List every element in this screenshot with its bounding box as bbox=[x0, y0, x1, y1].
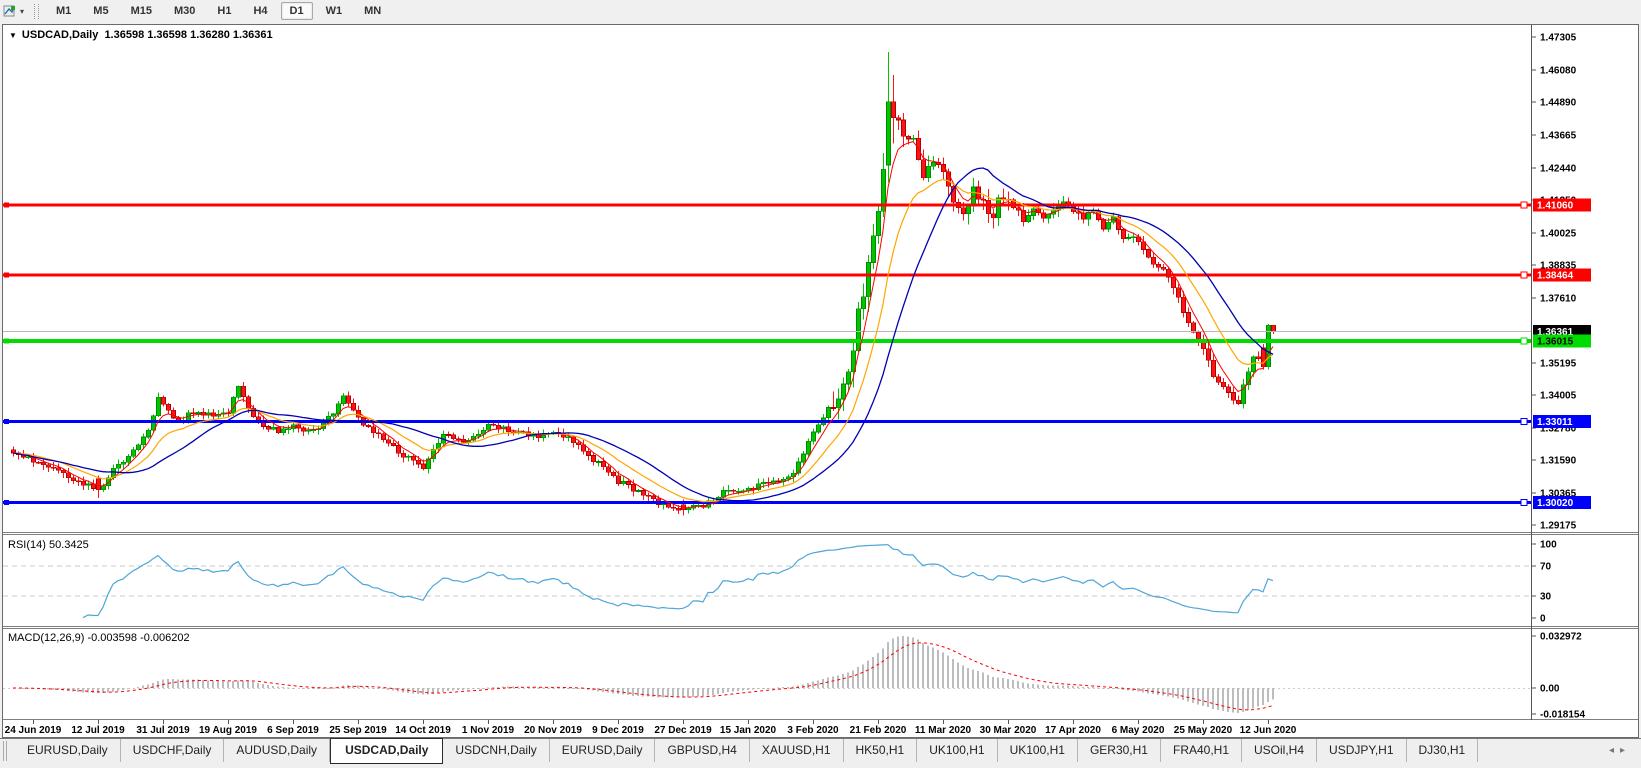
svg-text:1 Nov 2019: 1 Nov 2019 bbox=[462, 725, 515, 736]
svg-text:1.40025: 1.40025 bbox=[1540, 228, 1577, 239]
chart-tab-8-hk50-h1[interactable]: HK50,H1 bbox=[844, 739, 918, 762]
chart-tab-4-usdcnh-daily[interactable]: USDCNH,Daily bbox=[443, 739, 550, 762]
collapse-triangle-icon[interactable]: ▼ bbox=[9, 31, 17, 40]
chart-window-usdcad-daily[interactable]: 1.473051.460801.448901.436651.424401.412… bbox=[2, 24, 1639, 738]
chart-tab-2-audusd-daily[interactable]: AUDUSD,Daily bbox=[224, 739, 331, 762]
svg-text:-0.018154: -0.018154 bbox=[1540, 710, 1585, 721]
svg-text:100: 100 bbox=[1540, 540, 1557, 551]
chart-tab-1-usdchf-daily[interactable]: USDCHF,Daily bbox=[121, 739, 225, 762]
chart-tab-13-usoil-h4[interactable]: USOil,H4 bbox=[1242, 739, 1318, 762]
timeframe-button-m5[interactable]: M5 bbox=[84, 2, 117, 20]
chart-cursor-icon bbox=[3, 5, 15, 17]
svg-text:1.43665: 1.43665 bbox=[1540, 130, 1577, 141]
svg-text:14 Oct 2019: 14 Oct 2019 bbox=[395, 725, 451, 736]
svg-text:19 Aug 2019: 19 Aug 2019 bbox=[199, 725, 257, 736]
svg-text:1.37610: 1.37610 bbox=[1540, 293, 1577, 304]
svg-text:24 Jun 2019: 24 Jun 2019 bbox=[5, 725, 62, 736]
svg-text:30: 30 bbox=[1540, 591, 1552, 602]
svg-text:0.00: 0.00 bbox=[1540, 684, 1560, 695]
macd-axis: 0.032972 0.00 -0.018154 bbox=[3, 632, 1585, 721]
timeframe-button-h1[interactable]: H1 bbox=[208, 2, 240, 20]
tab-scroll-right-icon[interactable]: ▸ bbox=[1620, 745, 1631, 756]
chart-tab-9-uk100-h1[interactable]: UK100,H1 bbox=[917, 739, 998, 762]
svg-text:1.33011: 1.33011 bbox=[1537, 417, 1573, 428]
svg-text:1.46080: 1.46080 bbox=[1540, 65, 1577, 76]
svg-text:1.34005: 1.34005 bbox=[1540, 390, 1577, 401]
time-axis: 24 Jun 2019 12 Jul 2019 31 Jul 2019 19 Aug … bbox=[5, 720, 1297, 736]
rsi-line bbox=[82, 544, 1274, 619]
svg-text:0.032972: 0.032972 bbox=[1540, 632, 1582, 643]
svg-text:12 Jul 2019: 12 Jul 2019 bbox=[71, 725, 125, 736]
svg-text:1.47305: 1.47305 bbox=[1540, 33, 1577, 44]
top-toolbar: ▾ M1 M5 M15 M30 H1 H4 D1 W1 MN bbox=[0, 0, 1641, 22]
svg-text:9 Dec 2019: 9 Dec 2019 bbox=[592, 725, 644, 736]
svg-text:27 Dec 2019: 27 Dec 2019 bbox=[654, 725, 712, 736]
timeframe-button-h4[interactable]: H4 bbox=[244, 2, 276, 20]
candles bbox=[11, 51, 1276, 516]
toolbar-drag-grip[interactable] bbox=[34, 3, 40, 19]
chart-tab-6-gbpusd-h4[interactable]: GBPUSD,H4 bbox=[655, 739, 750, 762]
svg-text:3 Feb 2020: 3 Feb 2020 bbox=[787, 725, 839, 736]
svg-text:30 Mar 2020: 30 Mar 2020 bbox=[980, 725, 1037, 736]
svg-text:6 May 2020: 6 May 2020 bbox=[1112, 725, 1165, 736]
price-chart-canvas[interactable]: 1.473051.460801.448901.436651.424401.412… bbox=[3, 25, 1638, 737]
chart-tab-5-eurusd-daily[interactable]: EURUSD,Daily bbox=[550, 739, 656, 762]
svg-text:1.31590: 1.31590 bbox=[1540, 455, 1577, 466]
svg-text:0: 0 bbox=[1540, 614, 1546, 625]
macd-signal-line bbox=[12, 642, 1274, 711]
rsi-indicator-label: RSI(14) 50.3425 bbox=[8, 539, 89, 551]
svg-text:11 Mar 2020: 11 Mar 2020 bbox=[915, 725, 972, 736]
chart-tab-15-dj30-h1[interactable]: DJ30,H1 bbox=[1407, 739, 1479, 762]
svg-text:6 Sep 2019: 6 Sep 2019 bbox=[267, 725, 319, 736]
timeframe-button-d1[interactable]: D1 bbox=[280, 2, 313, 20]
svg-text:1.29175: 1.29175 bbox=[1540, 521, 1577, 532]
timeframe-button-w1[interactable]: W1 bbox=[317, 2, 352, 20]
tab-scroll-left-icon[interactable]: ◂ bbox=[1609, 745, 1620, 756]
svg-text:15 Jan 2020: 15 Jan 2020 bbox=[720, 725, 777, 736]
chart-tab-bar: EURUSD,Daily USDCHF,Daily AUDUSD,Daily USDC… bbox=[0, 738, 1641, 768]
price-axis: 1.473051.460801.448901.436651.424401.412… bbox=[1531, 33, 1577, 532]
svg-text:1.36015: 1.36015 bbox=[1537, 336, 1574, 347]
chart-tab-12-fra40-h1[interactable]: FRA40,H1 bbox=[1161, 739, 1243, 762]
timeframe-button-m1[interactable]: M1 bbox=[47, 2, 80, 20]
timeframe-button-mn[interactable]: MN bbox=[355, 2, 390, 20]
chart-tab-3-usdcad-daily[interactable]: USDCAD,Daily bbox=[330, 738, 444, 764]
svg-text:25 Sep 2019: 25 Sep 2019 bbox=[329, 725, 387, 736]
dropdown-caret-icon: ▾ bbox=[20, 6, 25, 16]
chart-tab-10-uk100-h1[interactable]: UK100,H1 bbox=[998, 739, 1078, 762]
timeframe-toolbar: M1 M5 M15 M30 H1 H4 D1 W1 MN bbox=[45, 2, 392, 20]
ma-fast-line bbox=[12, 141, 1274, 509]
chart-tab-14-usdjpy-h1[interactable]: USDJPY,H1 bbox=[1317, 739, 1407, 762]
tab-scroll-arrows[interactable]: ◂▸ bbox=[1609, 745, 1631, 756]
svg-text:1.38464: 1.38464 bbox=[1537, 270, 1574, 281]
chart-cursor-tool[interactable]: ▾ bbox=[1, 2, 26, 20]
svg-text:1.41060: 1.41060 bbox=[1537, 201, 1574, 212]
rsi-axis: 100 70 30 0 bbox=[3, 540, 1557, 625]
svg-text:70: 70 bbox=[1540, 562, 1552, 573]
chart-tab-0-eurusd-daily[interactable]: EURUSD,Daily bbox=[15, 739, 121, 762]
svg-text:1.42440: 1.42440 bbox=[1540, 163, 1577, 174]
horizontal-level-lines[interactable] bbox=[3, 201, 1531, 506]
chart-tab-11-ger30-h1[interactable]: GER30,H1 bbox=[1078, 739, 1161, 762]
chart-title: ▼ USDCAD,Daily 1.36598 1.36598 1.36280 1.… bbox=[9, 29, 273, 41]
svg-text:12 Jun 2020: 12 Jun 2020 bbox=[1240, 725, 1297, 736]
svg-text:1.35195: 1.35195 bbox=[1540, 358, 1577, 369]
tabbar-grip bbox=[3, 741, 7, 761]
chart-tab-7-xauusd-h1[interactable]: XAUUSD,H1 bbox=[750, 739, 844, 762]
timeframe-button-m15[interactable]: M15 bbox=[122, 2, 161, 20]
svg-text:1.30020: 1.30020 bbox=[1537, 498, 1574, 509]
macd-indicator-label: MACD(12,26,9) -0.003598 -0.006202 bbox=[8, 632, 190, 644]
svg-text:20 Nov 2019: 20 Nov 2019 bbox=[524, 725, 582, 736]
svg-text:31 Jul 2019: 31 Jul 2019 bbox=[136, 725, 190, 736]
chart-tabs: EURUSD,Daily USDCHF,Daily AUDUSD,Daily USDC… bbox=[15, 738, 1479, 764]
svg-text:21 Feb 2020: 21 Feb 2020 bbox=[850, 725, 907, 736]
chart-chrome bbox=[3, 25, 1638, 720]
macd-histogram bbox=[22, 636, 1274, 713]
svg-text:17 Apr 2020: 17 Apr 2020 bbox=[1045, 725, 1101, 736]
svg-text:25 May 2020: 25 May 2020 bbox=[1174, 725, 1233, 736]
timeframe-button-m30[interactable]: M30 bbox=[165, 2, 204, 20]
chart-title-text: USDCAD,Daily 1.36598 1.36598 1.36280 1.3… bbox=[21, 29, 273, 41]
svg-text:1.44890: 1.44890 bbox=[1540, 98, 1577, 109]
